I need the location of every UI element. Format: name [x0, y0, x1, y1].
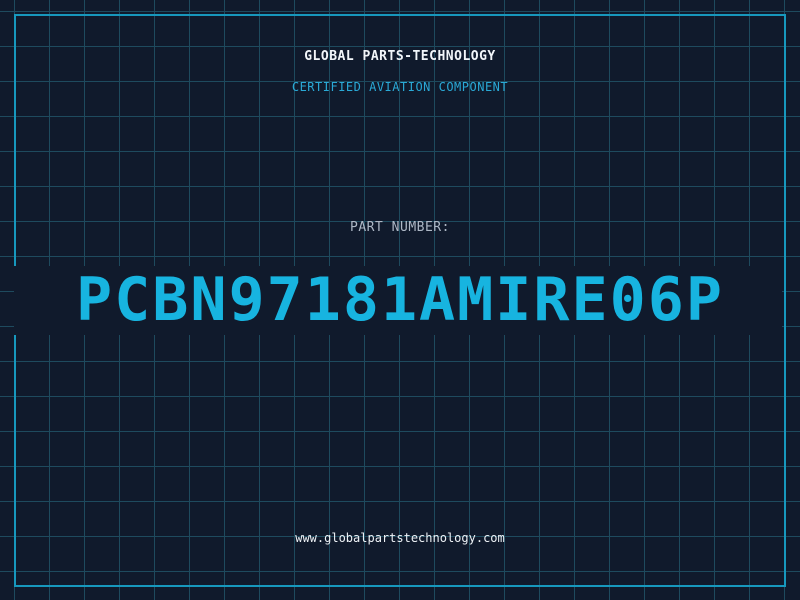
- certification-subtitle: CERTIFIED AVIATION COMPONENT: [291, 80, 509, 94]
- part-number-label: PART NUMBER:: [350, 220, 450, 235]
- part-label-card: GLOBAL PARTS-TECHNOLOGY CERTIFIED AVIATI…: [0, 0, 800, 600]
- website-url: www.globalpartstechnology.com: [295, 531, 505, 545]
- company-name: GLOBAL PARTS-TECHNOLOGY: [304, 49, 496, 64]
- part-number-value: PCBN97181AMIRE06P: [75, 265, 725, 335]
